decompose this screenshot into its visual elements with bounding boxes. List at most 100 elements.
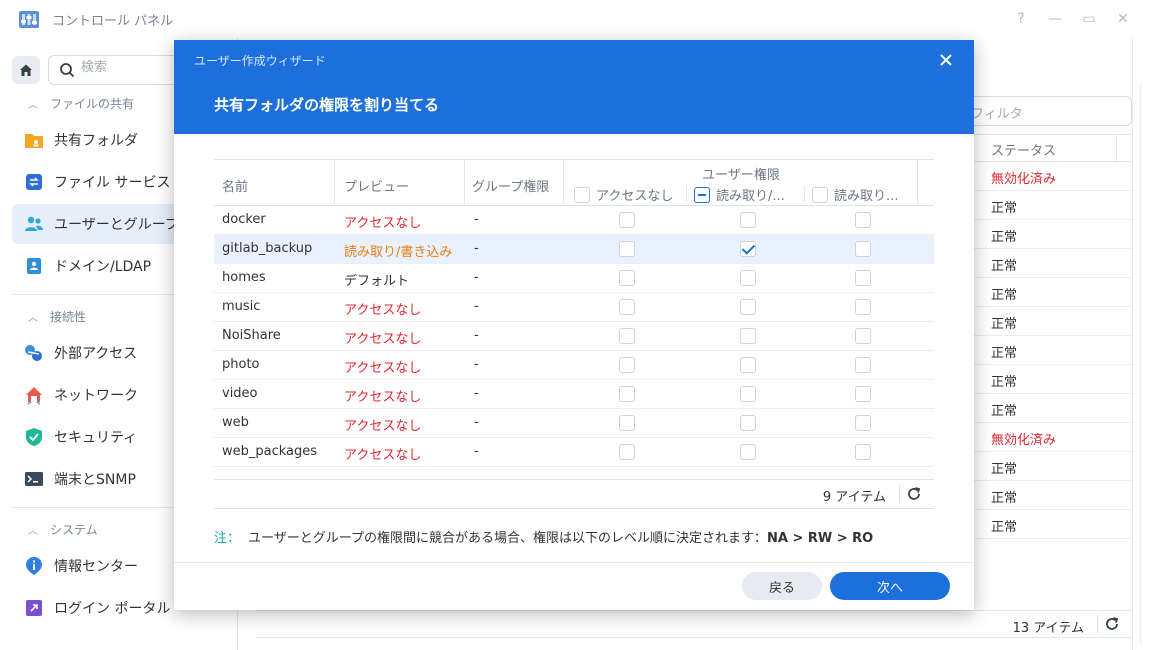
bg-table-row[interactable]: 正常: [974, 452, 1132, 481]
bg-table-row[interactable]: 正常: [974, 307, 1132, 336]
note-label: 注：: [214, 531, 241, 546]
domain-ldap-icon: [24, 256, 44, 276]
bg-table-row[interactable]: 無効化済み: [974, 423, 1132, 452]
table-row[interactable]: NoiShare アクセスなし -: [214, 322, 934, 351]
read-write-all-checkbox[interactable]: [694, 186, 710, 203]
table-row[interactable]: gitlab_backup 読み取り/書き込み -: [214, 235, 934, 264]
no-access-checkbox[interactable]: [619, 386, 635, 402]
bg-table-row[interactable]: 正常: [974, 249, 1132, 278]
user-permission-header: ユーザー権限 アクセスなし 読み取り/... 読み取り...: [564, 160, 918, 206]
table-row[interactable]: homes デフォルト -: [214, 264, 934, 293]
next-button[interactable]: 次へ: [830, 572, 950, 600]
table-row[interactable]: video アクセスなし -: [214, 380, 934, 409]
status-cell: 正常: [991, 520, 1018, 535]
section-system[interactable]: ︿ システム: [28, 521, 98, 538]
read-write-checkbox[interactable]: [740, 444, 756, 460]
read-only-checkbox[interactable]: [855, 444, 871, 460]
back-button[interactable]: 戻る: [742, 572, 822, 600]
bg-table-row[interactable]: 正常: [974, 220, 1132, 249]
permission-preview: アクセスなし: [344, 419, 422, 434]
table-row[interactable]: music アクセスなし -: [214, 293, 934, 322]
minimize-button[interactable]: —: [1046, 10, 1064, 28]
read-only-checkbox[interactable]: [855, 357, 871, 373]
read-write-checkbox[interactable]: [740, 270, 756, 286]
close-window-button[interactable]: ✕: [1114, 10, 1132, 28]
read-only-checkbox[interactable]: [855, 415, 871, 431]
read-write-checkbox[interactable]: [740, 328, 756, 344]
col-name[interactable]: 名前: [222, 176, 248, 195]
group-permission: -: [474, 357, 479, 372]
home-icon: [20, 64, 32, 76]
no-access-all-checkbox[interactable]: [574, 186, 590, 203]
bg-table-row[interactable]: 正常: [974, 278, 1132, 307]
bg-table-row[interactable]: 正常: [974, 365, 1132, 394]
read-write-checkbox[interactable]: [740, 212, 756, 228]
section-label: 接続性: [50, 310, 87, 324]
folder-name: web_packages: [222, 444, 318, 459]
no-access-checkbox[interactable]: [619, 415, 635, 431]
folder-name: photo: [222, 357, 260, 372]
header-read-only[interactable]: 読み取り...: [804, 185, 898, 204]
table-body: docker アクセスなし - gitlab_backup 読み取り/書き込み - home…: [214, 206, 934, 467]
col-preview[interactable]: プレビュー: [344, 176, 409, 195]
read-only-checkbox[interactable]: [855, 270, 871, 286]
read-only-all-checkbox[interactable]: [812, 186, 828, 203]
header-no-access[interactable]: アクセスなし: [574, 185, 673, 204]
home-button[interactable]: [12, 56, 40, 84]
maximize-button[interactable]: ▭: [1080, 10, 1098, 28]
sidebar-item-label: ログイン ポータル: [54, 601, 171, 617]
sidebar-item-label: ドメイン/LDAP: [54, 259, 152, 275]
bg-table-row[interactable]: 無効化済み: [974, 162, 1132, 191]
status-cell: 無効化済み: [991, 172, 1057, 187]
read-only-checkbox[interactable]: [855, 241, 871, 257]
folder-name: music: [222, 299, 261, 314]
read-only-checkbox[interactable]: [855, 328, 871, 344]
shared-folder-icon: [24, 130, 44, 150]
refresh-icon[interactable]: [1104, 616, 1120, 632]
external-access-icon: [24, 343, 44, 363]
no-access-checkbox[interactable]: [619, 241, 635, 257]
read-only-checkbox[interactable]: [855, 212, 871, 228]
table-row[interactable]: web アクセスなし -: [214, 409, 934, 438]
bg-table-footer: 13 アイテム: [256, 610, 1132, 638]
read-write-checkbox[interactable]: [740, 386, 756, 402]
bg-table-row[interactable]: 正常: [974, 394, 1132, 423]
help-button[interactable]: ?: [1012, 10, 1030, 28]
read-only-checkbox[interactable]: [855, 386, 871, 402]
read-write-checkbox[interactable]: [740, 357, 756, 373]
read-write-checkbox[interactable]: [740, 241, 756, 257]
no-access-checkbox[interactable]: [619, 299, 635, 315]
permission-preview: アクセスなし: [344, 448, 422, 463]
bg-table-row[interactable]: 正常: [974, 481, 1132, 510]
group-permission: -: [474, 328, 479, 343]
sidebar-item-label: ネットワーク: [54, 388, 138, 404]
table-row[interactable]: docker アクセスなし -: [214, 206, 934, 235]
read-write-checkbox[interactable]: [740, 415, 756, 431]
no-access-checkbox[interactable]: [619, 357, 635, 373]
bg-table-row[interactable]: 正常: [974, 510, 1132, 539]
table-row[interactable]: web_packages アクセスなし -: [214, 438, 934, 467]
bg-table-row[interactable]: 正常: [974, 336, 1132, 365]
permission-preview: アクセスなし: [344, 361, 422, 376]
read-write-checkbox[interactable]: [740, 299, 756, 315]
bg-table-row[interactable]: 正常: [974, 191, 1132, 220]
table-row[interactable]: photo アクセスなし -: [214, 351, 934, 380]
section-file-sharing[interactable]: ︿ ファイルの共有: [28, 95, 134, 112]
no-access-checkbox[interactable]: [619, 444, 635, 460]
refresh-icon[interactable]: [906, 486, 922, 502]
section-connectivity[interactable]: ︿ 接続性: [28, 308, 86, 325]
no-access-checkbox[interactable]: [619, 270, 635, 286]
status-column-header[interactable]: ステータス: [991, 140, 1056, 159]
close-icon[interactable]: [938, 52, 954, 68]
no-access-checkbox[interactable]: [619, 212, 635, 228]
read-only-checkbox[interactable]: [855, 299, 871, 315]
no-access-checkbox[interactable]: [619, 328, 635, 344]
header-read-write[interactable]: 読み取り/...: [686, 185, 785, 204]
status-cell: 正常: [991, 201, 1018, 216]
col-user-permission: ユーザー権限: [702, 168, 780, 183]
group-permission: -: [474, 386, 479, 401]
terminal-icon: [24, 469, 44, 489]
filter-input[interactable]: フィルタ: [960, 96, 1132, 126]
col-group-permission[interactable]: グループ権限: [472, 176, 549, 195]
scrollbar-track[interactable]: [1132, 38, 1150, 650]
